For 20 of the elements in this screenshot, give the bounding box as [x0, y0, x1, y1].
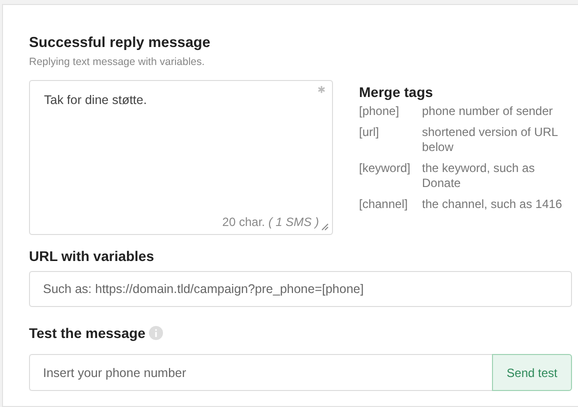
- resize-handle-icon[interactable]: [321, 223, 329, 231]
- section-subtitle: Replying text message with variables.: [29, 56, 206, 68]
- message-textarea[interactable]: Tak for dine støtte. 20 char. ( 1 SMS ): [29, 80, 333, 235]
- merge-tag: [url]: [359, 125, 422, 155]
- character-counter: 20 char. ( 1 SMS ): [222, 215, 319, 229]
- send-test-button[interactable]: Send test: [492, 354, 572, 391]
- merge-tag-description: phone number of sender: [422, 104, 554, 119]
- url-input-field[interactable]: Such as: https://domain.tld/campaign?pre_phone=[phone]: [29, 271, 572, 307]
- merge-tags-title: Merge tags: [359, 84, 434, 100]
- merge-tag-description: the keyword, such as Donate: [422, 161, 536, 191]
- merge-tag-description: the channel, such as 1416: [422, 197, 564, 212]
- merge-tag: [channel]: [359, 197, 422, 212]
- message-text: Tak for dine støtte.: [44, 93, 148, 107]
- url-label: URL with variables: [29, 248, 156, 264]
- section-title: Successful reply message: [29, 35, 212, 51]
- merge-tag: [phone]: [359, 104, 422, 119]
- merge-tag: [keyword]: [359, 161, 422, 191]
- merge-tag-description: shortened version of URL below: [422, 125, 559, 155]
- phone-input-field[interactable]: Insert your phone number: [29, 354, 492, 391]
- test-label: Test the message: [29, 325, 146, 341]
